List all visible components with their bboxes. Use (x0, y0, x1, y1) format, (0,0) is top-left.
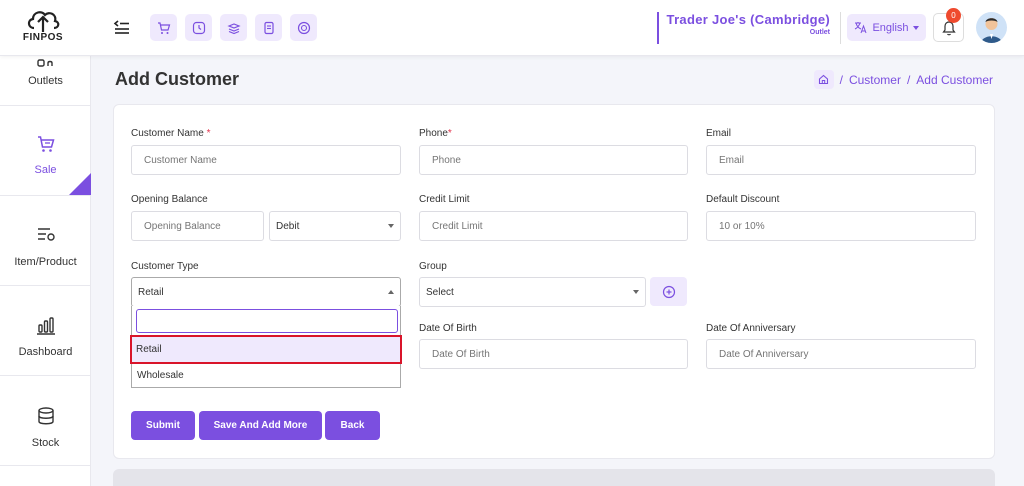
quick-actions (150, 14, 317, 41)
logo-text: FINPOS (22, 32, 64, 43)
breadcrumb-home-button[interactable] (813, 70, 834, 89)
language-label: English (872, 21, 909, 34)
date-of-birth-input[interactable] (419, 339, 688, 369)
add-group-button[interactable] (650, 277, 687, 306)
quick-receipt-button[interactable] (255, 14, 282, 41)
chevron-down-icon (912, 25, 919, 30)
breadcrumb: / Customer / Add Customer (813, 70, 993, 89)
required-mark: * (447, 128, 452, 139)
sidebar-toggle-button[interactable] (113, 17, 131, 35)
customer-type-value: Retail (138, 286, 164, 298)
phone-label: Phone* (419, 128, 452, 139)
breadcrumb-separator: / (906, 72, 911, 87)
group-select[interactable]: Select (419, 277, 646, 307)
submit-button[interactable]: Submit (131, 411, 195, 440)
phone-input[interactable] (419, 145, 688, 175)
store-selector[interactable]: Trader Joe's (Cambridge) Outlet (656, 12, 830, 44)
language-dropdown[interactable]: English (847, 14, 926, 41)
customer-type-dropdown: Retail Wholesale (130, 306, 402, 388)
list-icon (38, 228, 55, 241)
date-of-birth-label: Date Of Birth (419, 323, 477, 334)
logo[interactable]: FINPOS (18, 6, 68, 50)
sidebar-item-label: Outlets (28, 75, 63, 87)
cart-icon (38, 136, 55, 152)
sidebar-item-sale[interactable]: Sale (0, 106, 91, 196)
menu-collapse-icon (113, 20, 129, 34)
plus-circle-icon (662, 285, 675, 298)
page-title: Add Customer (115, 69, 240, 89)
quick-cart-button[interactable] (150, 14, 177, 41)
chevron-down-icon (633, 290, 639, 294)
balance-type-value: Debit (276, 220, 300, 232)
outlet-icon (37, 59, 53, 67)
sidebar-item-label: Item/Product (14, 256, 77, 268)
chevron-up-icon (388, 290, 394, 294)
top-bar: FINPOS Trader Joe's (Cambridge) Outlet E… (0, 0, 1024, 56)
save-and-add-more-button[interactable]: Save And Add More (199, 411, 322, 440)
date-of-anniversary-input[interactable] (706, 339, 976, 369)
active-indicator (69, 173, 91, 195)
customer-type-label: Customer Type (131, 261, 199, 272)
breadcrumb-current: Add Customer (916, 72, 993, 87)
translate-icon (855, 22, 867, 34)
customer-name-label: Customer Name * (131, 128, 211, 139)
sidebar-item-label: Stock (31, 437, 60, 449)
layers-icon (226, 22, 241, 34)
chart-icon (37, 317, 55, 335)
required-mark: * (206, 128, 211, 139)
store-type: Outlet (809, 29, 830, 36)
email-label: Email (706, 128, 732, 139)
opening-balance-label: Opening Balance (131, 194, 208, 205)
bottom-panel (113, 469, 995, 486)
group-value: Select (426, 286, 454, 298)
sidebar-item-item-product[interactable]: Item/Product (0, 196, 91, 286)
customer-type-select[interactable]: Retail (131, 277, 401, 307)
credit-limit-label: Credit Limit (419, 194, 470, 205)
breadcrumb-customer-link[interactable]: Customer (849, 73, 901, 87)
credit-limit-input[interactable] (419, 211, 688, 241)
default-discount-label: Default Discount (706, 194, 780, 205)
database-icon (38, 407, 54, 425)
opening-balance-input[interactable] (131, 211, 264, 241)
quick-gauge-button[interactable] (290, 14, 317, 41)
back-button[interactable]: Back (325, 411, 380, 440)
sidebar-item-label: Dashboard (18, 346, 73, 358)
group-label: Group (419, 261, 447, 272)
cloud-logo-icon (27, 11, 60, 32)
notification-badge: 0 (946, 8, 961, 23)
home-icon (819, 74, 829, 85)
user-avatar-icon (981, 18, 1002, 43)
divider (840, 12, 841, 44)
quick-layers-button[interactable] (220, 14, 247, 41)
default-discount-input[interactable] (706, 211, 976, 241)
dropdown-search-input[interactable] (136, 309, 398, 333)
date-of-anniversary-label: Date Of Anniversary (706, 323, 796, 334)
email-input[interactable] (706, 145, 976, 175)
receipt-icon (263, 21, 274, 34)
sidebar-item-dashboard[interactable]: Dashboard (0, 286, 91, 376)
quick-clock-button[interactable] (185, 14, 212, 41)
customer-name-input[interactable] (131, 145, 401, 175)
dropdown-option-retail[interactable]: Retail (130, 335, 402, 364)
breadcrumb-separator: / (839, 72, 843, 87)
sidebar-item-stock[interactable]: Stock (0, 376, 91, 466)
clock-icon (192, 21, 205, 34)
gauge-icon (297, 21, 310, 34)
dropdown-option-wholesale[interactable]: Wholesale (132, 363, 400, 387)
cart-icon (157, 21, 170, 34)
store-name: Trader Joe's (Cambridge) (666, 12, 830, 27)
sidebar: Outlets Sale Item/Product Dashboard Stoc… (0, 56, 91, 486)
chevron-down-icon (388, 224, 394, 228)
balance-type-select[interactable]: Debit (269, 211, 401, 241)
avatar[interactable] (976, 12, 1007, 43)
